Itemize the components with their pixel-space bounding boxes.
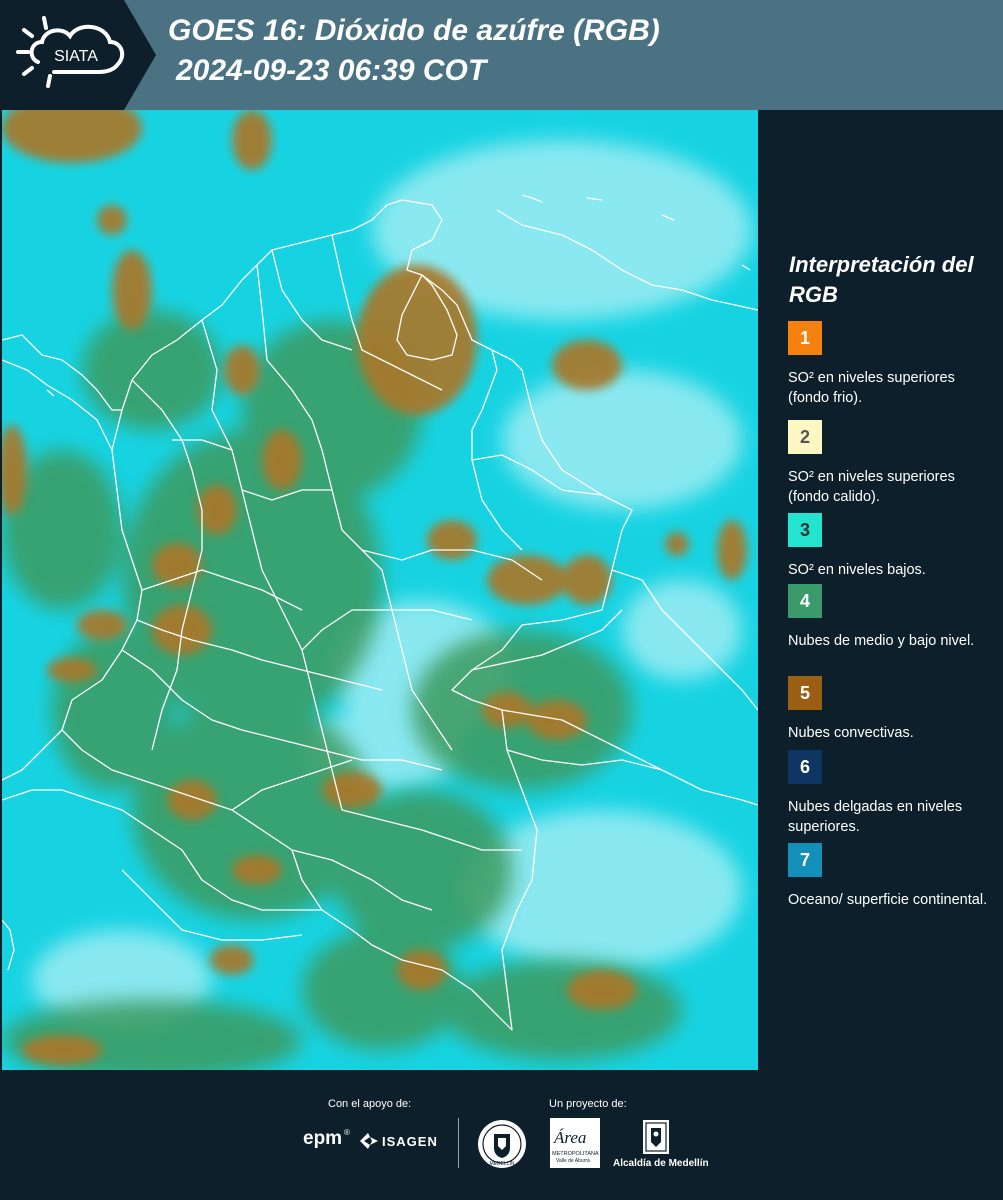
legend-swatch-1: 1 xyxy=(788,321,822,355)
legend-title: Interpretación del RGB xyxy=(789,252,974,307)
header: SIATA GOES 16: Dióxido de azúfre (RGB) 2… xyxy=(0,0,1003,110)
satellite-image xyxy=(2,110,758,1070)
legend-label: Nubes convectivas. xyxy=(788,725,914,741)
legend-item-2: 2 SO² en niveles superiores (fondo calid… xyxy=(788,420,998,507)
legend-label: SO² en niveles superiores (fondo calido)… xyxy=(788,469,955,505)
legend-swatch-5: 5 xyxy=(788,676,822,710)
legend-item-3: 3 SO² en niveles bajos. xyxy=(788,513,998,580)
alcaldia-logo-text: Alcaldía de Medellín xyxy=(613,1158,709,1169)
medellin-seal: MEDELLÍN xyxy=(478,1120,526,1168)
isagen-logo-icon xyxy=(360,1133,378,1149)
siata-logo: SIATA xyxy=(16,16,125,88)
area-logo-text: Área xyxy=(554,1128,587,1147)
legend-number: 2 xyxy=(799,426,810,447)
legend-number: 7 xyxy=(799,849,810,870)
support-label: Con el apoyo de: xyxy=(328,1098,412,1110)
legend-label: SO² en niveles superiores (fondo frio). xyxy=(788,370,955,406)
legend-swatch-3: 3 xyxy=(788,513,822,547)
page-timestamp: 2024-09-23 06:39 COT xyxy=(176,54,487,87)
legend-swatch-7: 7 xyxy=(788,843,822,877)
legend-item-6: 6 Nubes delgadas en niveles superiores. xyxy=(788,750,998,837)
legend-swatch-2: 2 xyxy=(788,420,822,454)
alcaldia-shield-icon xyxy=(643,1120,669,1154)
epm-logo-mark: ® xyxy=(344,1128,350,1137)
legend-item-5: 5 Nubes convectivas. xyxy=(788,676,998,743)
page-title: GOES 16: Dióxido de azúfre (RGB) xyxy=(168,14,660,47)
legend-label: Oceano/ superficie continental. xyxy=(788,892,988,908)
area-metropolitana-logo: Área METROPOLITANA Valle de Aburrá xyxy=(550,1118,600,1168)
epm-logo: epm xyxy=(303,1128,343,1149)
legend-item-7: 7 Oceano/ superficie continental. xyxy=(788,843,998,910)
legend-number: 6 xyxy=(799,756,810,777)
seal-text: MEDELLÍN xyxy=(489,1160,514,1167)
rgb-composite-map xyxy=(2,110,758,1070)
legend-number: 5 xyxy=(799,682,810,703)
legend-label: Nubes de medio y bajo nivel. xyxy=(788,633,975,649)
legend-number: 4 xyxy=(799,590,810,611)
legend-item-4: 4 Nubes de medio y bajo nivel. xyxy=(788,584,998,651)
footer-divider xyxy=(458,1118,459,1168)
legend-item-1: 1 SO² en niveles superiores (fondo frio)… xyxy=(788,321,998,408)
siata-logo-text: SIATA xyxy=(54,48,98,65)
project-label: Un proyecto de: xyxy=(549,1098,627,1110)
legend-number: 1 xyxy=(799,327,810,348)
isagen-logo: ISAGEN xyxy=(382,1134,438,1149)
area-logo-subtitle: METROPOLITANA xyxy=(552,1151,599,1157)
area-logo-subtitle2: Valle de Aburrá xyxy=(556,1158,590,1164)
legend-number: 3 xyxy=(799,519,810,540)
legend-label: Nubes delgadas en niveles superiores. xyxy=(788,799,963,835)
footer: Con el apoyo de: Un proyecto de: epm ® I… xyxy=(0,1070,1003,1200)
legend-panel: Interpretación del RGB 1 SO² en niveles … xyxy=(760,110,1003,1070)
legend-swatch-4: 4 xyxy=(788,584,822,618)
legend-swatch-6: 6 xyxy=(788,750,822,784)
legend-label: SO² en niveles bajos. xyxy=(788,562,926,578)
